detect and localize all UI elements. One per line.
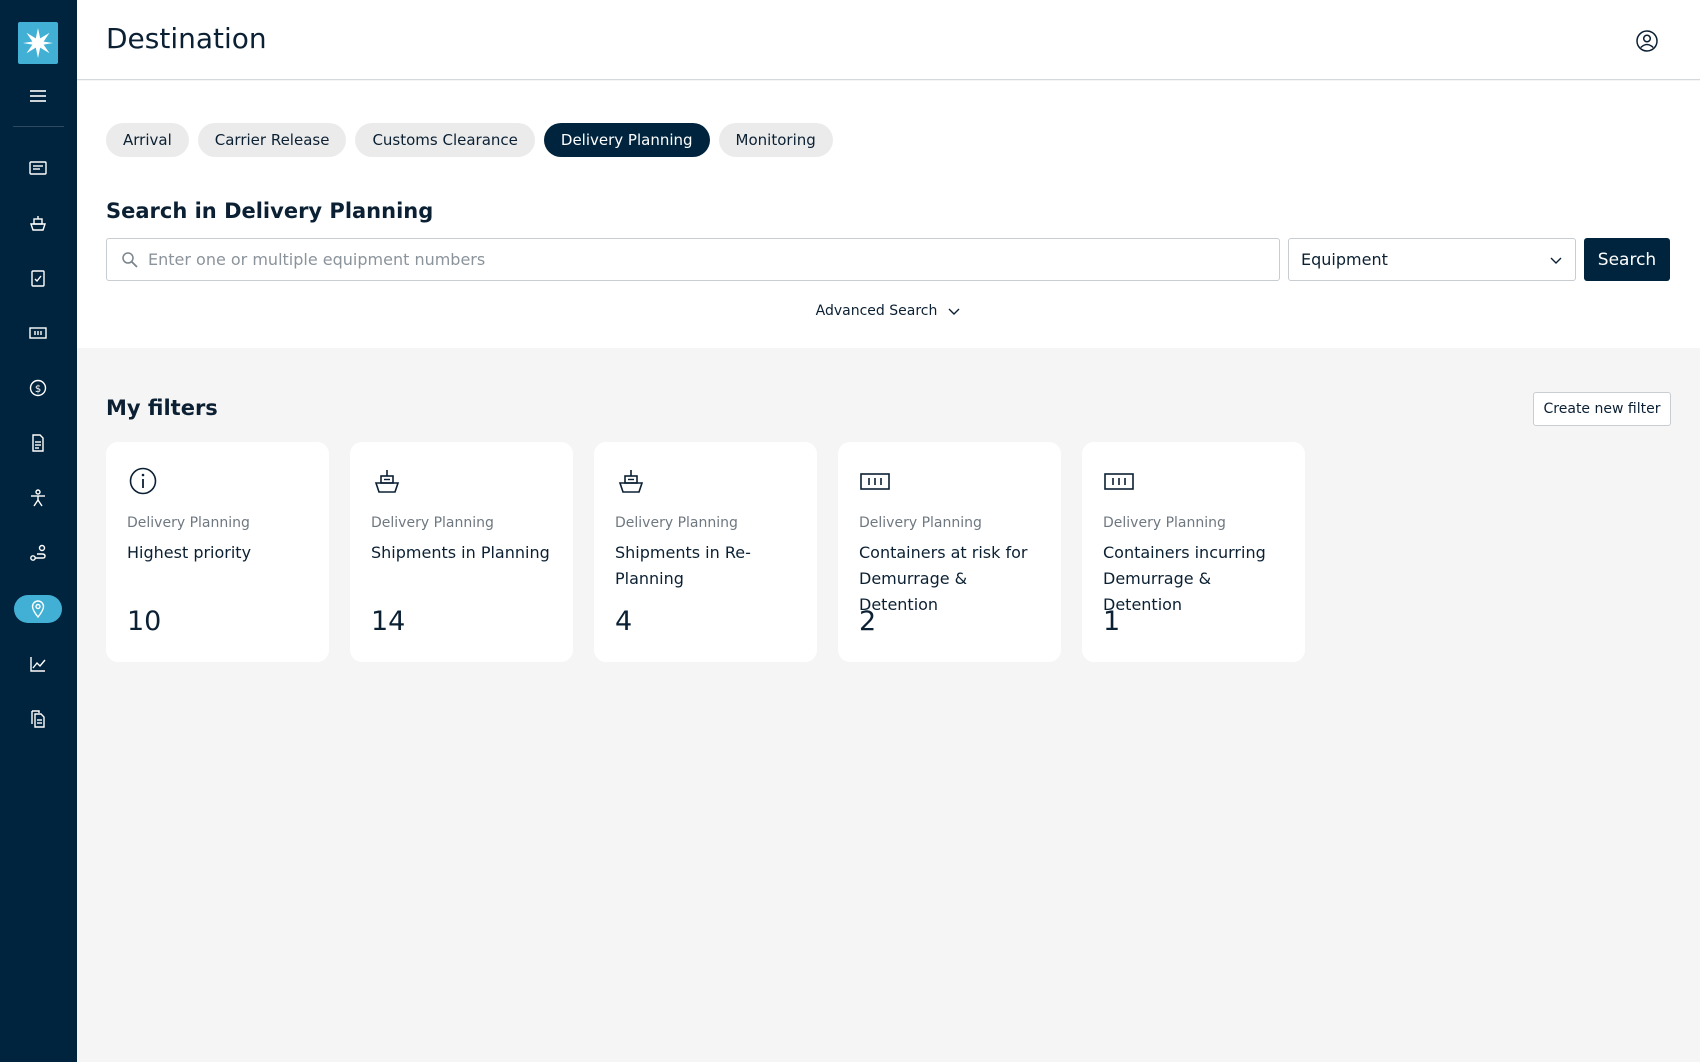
sidebar-item-reports[interactable] (14, 705, 62, 733)
tab-customs-clearance[interactable]: Customs Clearance (355, 123, 535, 157)
filter-card-category: Delivery Planning (371, 515, 494, 531)
vessel-icon (30, 216, 46, 231)
sidebar-item-people[interactable] (14, 484, 62, 512)
filter-card-count: 14 (371, 606, 406, 637)
filter-card-shipments-in-planning[interactable]: Delivery Planning Shipments in Planning … (350, 442, 573, 662)
search-type-select[interactable]: Equipment (1288, 238, 1576, 281)
filter-card-category: Delivery Planning (859, 515, 982, 531)
search-heading: Search in Delivery Planning (106, 199, 434, 223)
sidebar-item-destination[interactable] (14, 595, 62, 623)
star-icon (23, 28, 53, 58)
filter-card-name: Containers at risk for Demurrage & Deten… (859, 543, 1028, 614)
search-field-wrapper (106, 238, 1280, 281)
filter-card-category: Delivery Planning (127, 515, 250, 531)
tab-delivery-planning[interactable]: Delivery Planning (543, 123, 710, 157)
card-list-icon (29, 161, 47, 175)
container-icon (860, 473, 890, 490)
sidebar-item-documents[interactable] (14, 429, 62, 457)
filter-cards: Delivery Planning Highest priority 10 De… (106, 442, 1305, 662)
search-type-value: Equipment (1301, 250, 1388, 269)
chevron-down-icon (1550, 257, 1562, 264)
filter-card-category: Delivery Planning (615, 515, 738, 531)
filter-card-highest-priority[interactable]: Delivery Planning Highest priority 10 (106, 442, 329, 662)
sidebar-item-containers[interactable] (14, 319, 62, 347)
clipboard-check-icon (31, 270, 45, 287)
search-icon (122, 251, 138, 268)
vessel-icon (374, 470, 400, 493)
filter-card-containers-incurring[interactable]: Delivery Planning Containers incurring D… (1082, 442, 1305, 662)
document-icon (32, 434, 44, 452)
filters-title: My filters (106, 396, 218, 420)
svg-text:$: $ (35, 384, 41, 395)
container-icon (29, 327, 47, 339)
page-header: Destination (77, 0, 1700, 80)
route-icon (30, 544, 46, 561)
filter-card-name: Shipments in Re-Planning (615, 543, 751, 588)
advanced-search-toggle[interactable]: Advanced Search (77, 303, 1700, 319)
container-icon (1104, 473, 1134, 490)
tab-bar: Arrival Carrier Release Customs Clearanc… (106, 123, 833, 157)
sidebar-item-tasks[interactable] (14, 264, 62, 292)
filter-card-count: 4 (615, 606, 633, 637)
filter-card-name: Shipments in Planning (371, 543, 550, 562)
create-filter-button[interactable]: Create new filter (1533, 392, 1671, 426)
tab-carrier-release[interactable]: Carrier Release (197, 123, 347, 157)
search-button[interactable]: Search (1584, 238, 1670, 281)
filter-card-name: Containers incurring Demurrage & Detenti… (1103, 543, 1266, 614)
user-profile-icon[interactable] (1635, 29, 1659, 53)
chevron-down-icon (948, 308, 960, 315)
filter-card-category: Delivery Planning (1103, 515, 1226, 531)
filter-card-count: 1 (1103, 606, 1121, 637)
sidebar-item-bookings[interactable] (14, 154, 62, 182)
vessel-icon (618, 470, 644, 493)
person-icon (31, 489, 45, 507)
sidebar: $ (0, 0, 77, 1062)
sidebar-divider (13, 126, 64, 127)
maersk-star-logo[interactable] (18, 22, 58, 64)
filter-card-containers-at-risk[interactable]: Delivery Planning Containers at risk for… (838, 442, 1061, 662)
page-title: Destination (106, 22, 267, 55)
search-panel: Arrival Carrier Release Customs Clearanc… (77, 81, 1700, 348)
advanced-search-label: Advanced Search (815, 303, 938, 319)
tab-monitoring[interactable]: Monitoring (718, 123, 833, 157)
location-pin-icon (31, 600, 45, 619)
dollar-icon: $ (29, 379, 47, 397)
sidebar-item-routes[interactable] (14, 539, 62, 567)
info-icon (129, 467, 157, 495)
files-icon (31, 710, 45, 728)
filter-card-count: 2 (859, 606, 877, 637)
chart-line-icon (30, 657, 46, 672)
hamburger-menu-icon[interactable] (28, 88, 48, 104)
sidebar-item-analytics[interactable] (14, 650, 62, 678)
search-input[interactable] (148, 239, 1279, 280)
filter-card-name: Highest priority (127, 543, 252, 562)
sidebar-item-shipments[interactable] (14, 209, 62, 237)
sidebar-item-finance[interactable]: $ (14, 374, 62, 402)
filter-card-shipments-in-re-planning[interactable]: Delivery Planning Shipments in Re-Planni… (594, 442, 817, 662)
filter-card-count: 10 (127, 606, 162, 637)
tab-arrival[interactable]: Arrival (106, 123, 189, 157)
